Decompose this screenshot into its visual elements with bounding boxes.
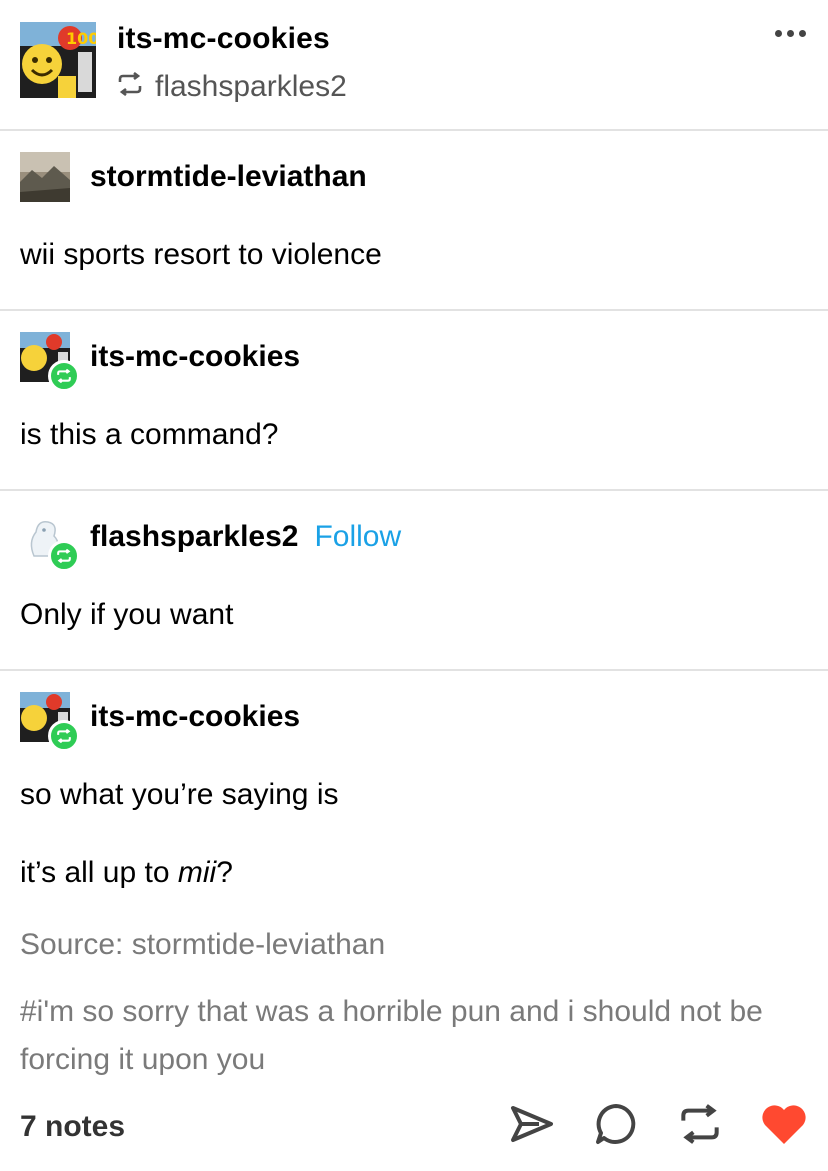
reblog-badge-icon [48, 360, 80, 392]
svg-text:100: 100 [66, 29, 96, 48]
follow-button[interactable]: Follow [314, 520, 401, 554]
entry-text-emphasis: mii [177, 856, 217, 889]
reblogged-from-name: flashsparkles2 [155, 70, 347, 103]
entry-text: is this a command? [20, 418, 279, 451]
post-tags[interactable]: #i'm so sorry that was a horrible pun an… [20, 988, 800, 1084]
entry-text-part: it’s all up to [20, 856, 178, 889]
entry-text: Only if you want [20, 598, 234, 631]
divider [0, 489, 828, 491]
post-actions [508, 1100, 808, 1148]
reblog-icon [117, 70, 143, 104]
reblogged-from[interactable]: flashsparkles2 [117, 70, 347, 104]
blog-name[interactable]: its-mc-cookies [117, 22, 330, 56]
thread-entry-header: its-mc-cookies [20, 332, 300, 392]
entry-text: wii sports resort to violence [20, 238, 382, 271]
like-heart-icon[interactable] [760, 1100, 808, 1148]
divider [0, 129, 828, 131]
reblog-badge-icon [48, 540, 80, 572]
reblog-badge-icon [48, 720, 80, 752]
entry-text: it’s all up to mii? [20, 856, 233, 890]
thread-entry-header: stormtide-leviathan [20, 152, 367, 202]
divider [0, 669, 828, 671]
notes-count[interactable]: 7 notes [20, 1110, 125, 1144]
reply-icon[interactable] [592, 1100, 640, 1148]
share-icon[interactable] [508, 1100, 556, 1148]
emoji-collage-avatar[interactable] [20, 332, 80, 392]
reblog-icon[interactable] [676, 1100, 724, 1148]
white-creature-avatar[interactable] [20, 512, 80, 572]
more-horizontal-icon[interactable] [775, 30, 806, 37]
thread-entry-header: flashsparkles2 Follow [20, 512, 401, 572]
blog-avatar[interactable]: 100 [20, 22, 96, 98]
entry-username[interactable]: flashsparkles2 [90, 520, 298, 554]
entry-username[interactable]: stormtide-leviathan [90, 160, 367, 194]
post-source[interactable]: Source: stormtide-leviathan [20, 928, 385, 962]
entry-text-part: ? [216, 856, 233, 889]
entry-username[interactable]: its-mc-cookies [90, 340, 300, 374]
entry-username[interactable]: its-mc-cookies [90, 700, 300, 734]
thread-entry-header: its-mc-cookies [20, 692, 300, 752]
divider [0, 309, 828, 311]
entry-text: so what you’re saying is [20, 778, 339, 811]
landscape-painting-avatar[interactable] [20, 152, 70, 202]
emoji-collage-avatar[interactable] [20, 692, 80, 752]
